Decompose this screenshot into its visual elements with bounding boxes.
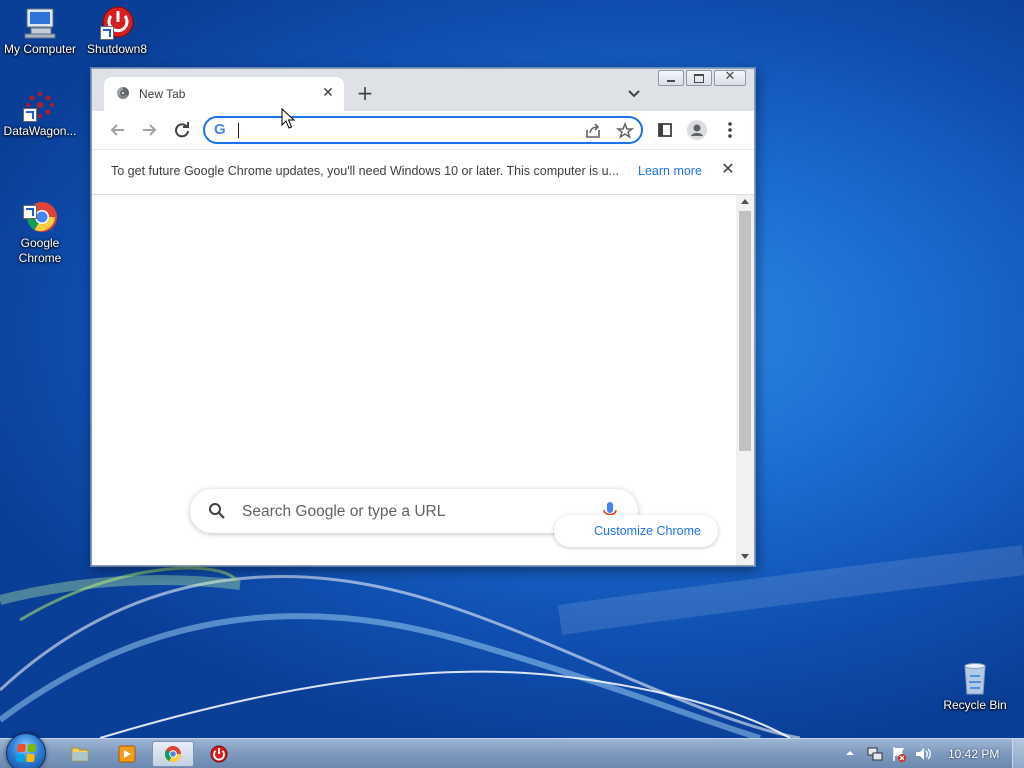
new-tab-button[interactable]: + bbox=[354, 83, 376, 105]
folder-icon bbox=[71, 747, 89, 762]
recycle-bin-icon bbox=[958, 662, 992, 696]
ntp-search-placeholder: Search Google or type a URL bbox=[242, 503, 446, 520]
media-player-icon bbox=[118, 745, 136, 763]
desktop-background: My Computer Shutdown8 DataWagon... Googl… bbox=[0, 0, 1024, 738]
side-panel-button[interactable] bbox=[653, 118, 677, 142]
star-icon bbox=[615, 121, 635, 139]
desktop-icon-recycle-bin[interactable]: Recycle Bin bbox=[935, 662, 1015, 713]
taskbar-windows-explorer[interactable] bbox=[59, 741, 101, 767]
scrollbar-thumb[interactable] bbox=[739, 211, 751, 451]
arrow-right-icon bbox=[143, 124, 157, 136]
taskbar-google-chrome[interactable] bbox=[152, 741, 194, 767]
power-icon bbox=[100, 6, 134, 40]
desktop-icon-google-chrome[interactable]: Google Chrome bbox=[0, 170, 80, 281]
mouse-pointer-icon bbox=[281, 108, 295, 129]
shortcut-arrow-icon bbox=[23, 205, 37, 219]
chrome-icon bbox=[164, 746, 182, 763]
minimize-button[interactable] bbox=[658, 70, 684, 86]
share-icon bbox=[586, 123, 600, 138]
chrome-icon bbox=[23, 185, 57, 232]
chevron-down-icon bbox=[628, 90, 640, 98]
vertical-scrollbar[interactable] bbox=[736, 195, 754, 565]
desktop-icon-label: My Computer bbox=[3, 42, 77, 56]
shortcut-arrow-icon bbox=[23, 108, 37, 122]
infobar-message: To get future Google Chrome updates, you… bbox=[111, 164, 619, 178]
tab-close-icon[interactable]: ✕ bbox=[320, 85, 336, 101]
search-icon bbox=[209, 503, 225, 519]
tab-new-tab[interactable]: New Tab ✕ bbox=[104, 77, 344, 111]
taskbar-clock[interactable]: 10:42 PM bbox=[948, 747, 999, 761]
desktop-icon-datawagon[interactable]: DataWagon... bbox=[0, 88, 80, 139]
action-center-icon[interactable] bbox=[890, 745, 908, 763]
desktop-icon-label: Google Chrome bbox=[18, 236, 62, 265]
reload-button[interactable] bbox=[170, 118, 194, 142]
learn-more-link[interactable]: Learn more bbox=[638, 164, 702, 178]
new-tab-page: Search Google or type a URL Customize Ch… bbox=[92, 195, 754, 565]
chrome-menu-button[interactable] bbox=[718, 118, 742, 142]
customize-chrome-label: Customize Chrome bbox=[594, 524, 701, 538]
desktop-icon-label: Recycle Bin bbox=[943, 698, 1007, 712]
arrow-left-icon bbox=[110, 124, 124, 136]
taskbar-media-player[interactable] bbox=[106, 741, 148, 767]
chrome-favicon-icon bbox=[117, 87, 129, 99]
shortcut-arrow-icon bbox=[100, 26, 114, 40]
reload-icon bbox=[175, 122, 189, 138]
show-hidden-icons-icon[interactable] bbox=[844, 747, 856, 759]
datawagon-icon bbox=[23, 88, 57, 122]
update-infobar: To get future Google Chrome updates, you… bbox=[92, 149, 754, 195]
volume-icon[interactable] bbox=[914, 745, 932, 763]
address-bar[interactable]: G bbox=[203, 116, 643, 144]
forward-button[interactable] bbox=[137, 118, 161, 142]
back-button[interactable] bbox=[106, 118, 130, 142]
tab-search-button[interactable] bbox=[624, 85, 644, 103]
scroll-up-arrow-icon[interactable] bbox=[741, 199, 749, 204]
browser-toolbar: G bbox=[92, 111, 754, 149]
network-icon[interactable] bbox=[866, 745, 884, 763]
kebab-menu-icon bbox=[728, 122, 732, 138]
side-panel-icon bbox=[658, 123, 672, 137]
desktop-icon-label: DataWagon... bbox=[3, 124, 77, 138]
customize-chrome-button[interactable]: Customize Chrome bbox=[554, 515, 718, 547]
profile-button[interactable] bbox=[685, 118, 709, 142]
tab-title: New Tab bbox=[139, 87, 186, 101]
text-caret bbox=[238, 123, 239, 138]
show-desktop-button[interactable] bbox=[1012, 739, 1024, 768]
windows-logo-icon bbox=[16, 744, 36, 762]
scroll-down-arrow-icon[interactable] bbox=[741, 554, 749, 559]
close-icon: ✕ bbox=[724, 69, 736, 84]
taskbar-shutdown8[interactable] bbox=[198, 741, 240, 767]
start-button[interactable] bbox=[6, 733, 46, 768]
bookmark-button[interactable] bbox=[615, 121, 635, 141]
taskbar: 10:42 PM bbox=[0, 733, 1024, 768]
desktop-icon-my-computer[interactable]: My Computer bbox=[0, 6, 80, 57]
desktop-icon-label: Shutdown8 bbox=[86, 42, 148, 56]
infobar-close-icon[interactable]: ✕ bbox=[718, 159, 738, 179]
avatar-icon bbox=[687, 120, 707, 140]
power-icon bbox=[210, 745, 228, 763]
desktop-icon-shutdown8[interactable]: Shutdown8 bbox=[77, 6, 157, 57]
computer-icon bbox=[23, 6, 57, 40]
close-window-button[interactable]: ✕ bbox=[714, 69, 746, 86]
maximize-button[interactable] bbox=[686, 70, 712, 86]
window-caption-buttons: ✕ bbox=[656, 69, 746, 86]
google-g-icon: G bbox=[214, 121, 226, 138]
chrome-window: ✕ New Tab ✕ + G To get future Google Chr… bbox=[91, 68, 755, 566]
share-button[interactable] bbox=[583, 121, 603, 141]
